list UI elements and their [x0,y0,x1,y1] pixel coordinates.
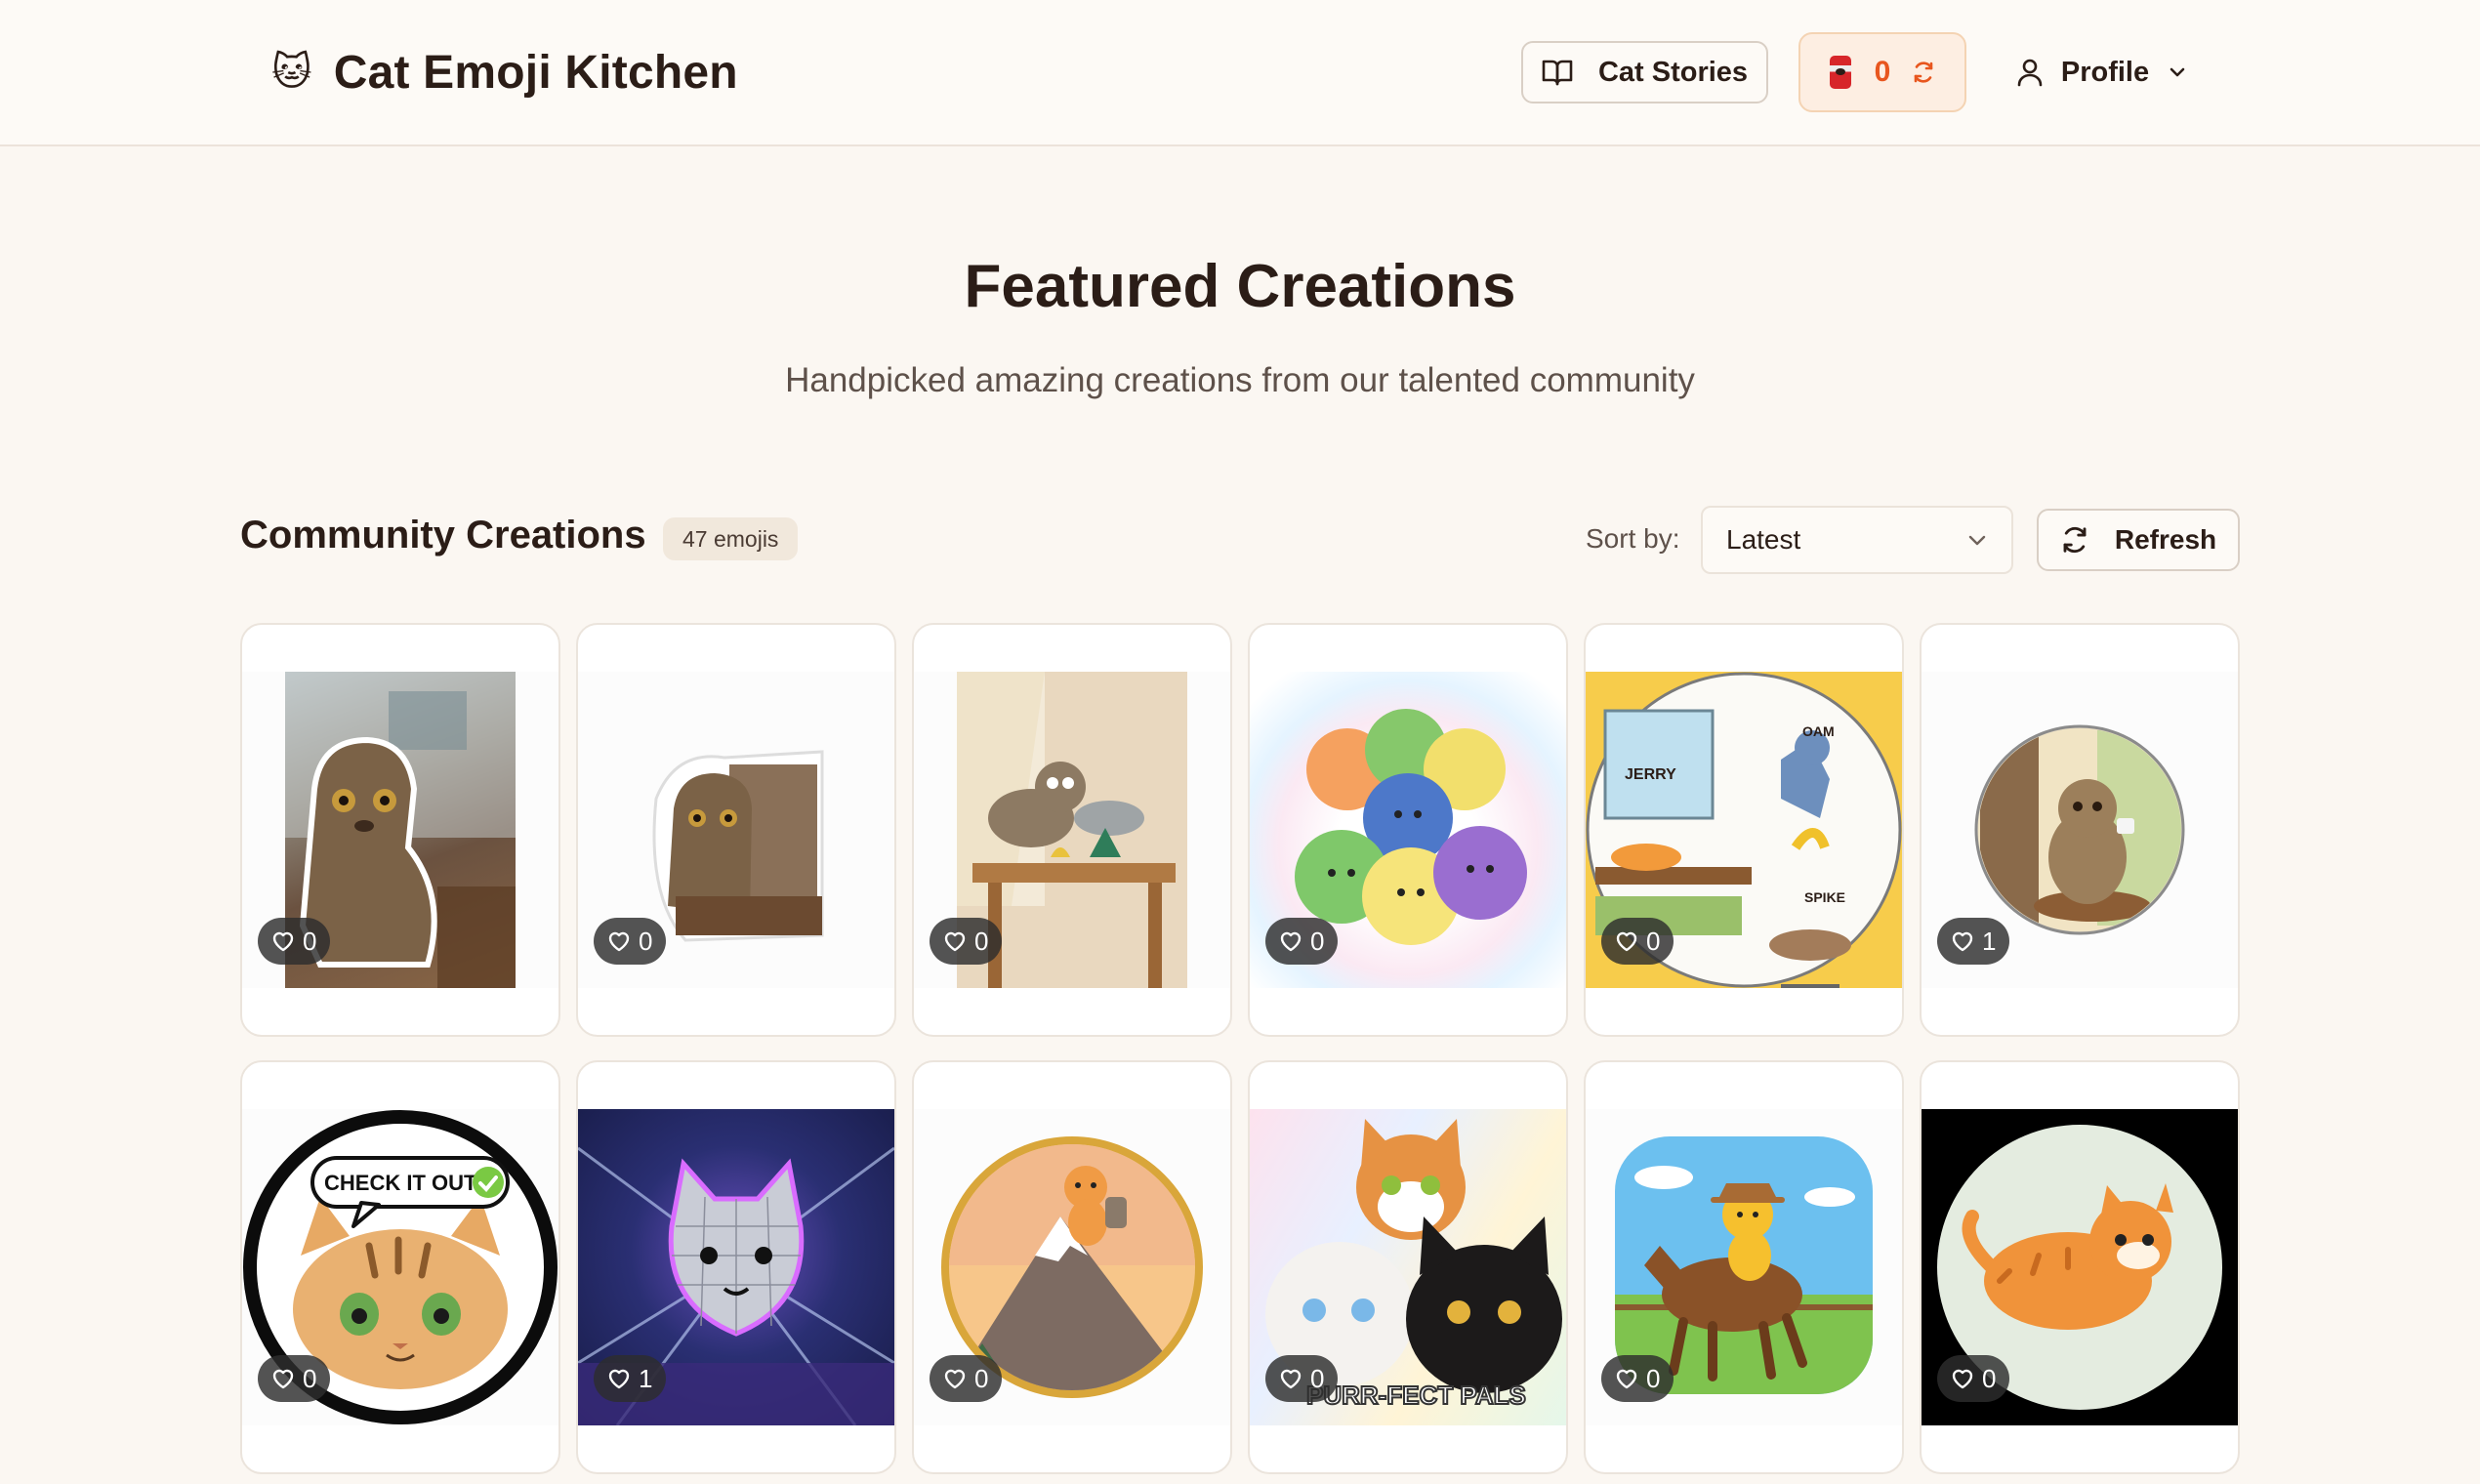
user-icon [2017,59,2043,87]
creation-card[interactable]: 0 [912,1060,1232,1474]
heart-icon [1616,1369,1637,1389]
refresh-icon [1915,62,1933,83]
brand-title: Cat Emoji Kitchen [333,46,738,99]
sort-label: Sort by: [1586,523,1680,554]
like-count: 0 [1982,1363,1997,1393]
chevron-down-icon [2170,67,2185,77]
like-count-badge[interactable]: 0 [930,1355,1003,1402]
like-count: 0 [303,1363,317,1393]
refresh-icon [2063,526,2087,554]
top-header: 🐱 Cat Emoji Kitchen Cat Stories 0 Profil… [0,0,2480,146]
creation-card[interactable]: 1 [576,1060,896,1474]
creation-card[interactable]: JERRY SPIKE OAM 0 [1584,623,1904,1037]
like-count: 0 [303,926,317,956]
creation-card[interactable]: 0 [1920,1060,2240,1474]
creation-card[interactable]: CHECK IT OUT 0 [240,1060,560,1474]
heart-icon [1280,931,1302,952]
like-count-badge[interactable]: 0 [594,918,667,965]
like-count-badge[interactable]: 0 [1601,918,1674,965]
like-count-badge[interactable]: 0 [1265,1355,1339,1402]
heart-icon [944,1369,966,1389]
art-caption: JERRY [1625,766,1676,783]
tin-can-icon [1829,56,1851,89]
page-title: Featured Creations [964,253,1516,320]
like-count: 0 [639,926,653,956]
profile-label: Profile [2060,56,2150,88]
like-count: 0 [974,926,989,956]
art-caption: PURR-FECT PALS [1306,1381,1526,1410]
cat-face-icon: 🐱 [271,51,312,94]
like-count-badge[interactable]: 1 [594,1355,667,1402]
like-count-badge[interactable]: 0 [1601,1355,1674,1402]
heart-icon [1952,1369,1973,1389]
like-count: 0 [974,1363,989,1393]
creation-card[interactable]: 0 [576,623,896,1037]
heart-icon [944,931,966,952]
heart-icon [1616,931,1637,952]
like-count: 0 [1310,926,1325,956]
emoji-count-badge: 47 emojis [663,517,799,560]
sort-selected-value: Latest [1726,524,1801,555]
cans-count: 0 [1874,56,1891,88]
refresh-button[interactable]: Refresh [2037,509,2240,571]
chevron-down-icon [1968,535,1986,546]
creation-card[interactable]: 0 [1584,1060,1904,1474]
like-count: 0 [1646,1363,1661,1393]
like-count-badge[interactable]: 1 [1937,918,2010,965]
sort-select[interactable]: Latest [1701,506,2013,574]
art-caption: OAM [1802,723,1835,739]
like-count: 0 [1646,926,1661,956]
book-icon [1542,60,1573,86]
cat-stories-label: Cat Stories [1597,56,1749,88]
heart-icon [1280,1369,1302,1389]
heart-icon [272,1369,294,1389]
like-count-badge[interactable]: 0 [258,1355,331,1402]
like-count-badge[interactable]: 0 [258,918,331,965]
cat-stories-button[interactable]: Cat Stories [1521,41,1768,103]
art-caption: CHECK IT OUT [324,1171,477,1195]
creation-card[interactable]: 0 [1248,623,1568,1037]
like-count-badge[interactable]: 0 [930,918,1003,965]
section-title: Community Creations [240,514,646,556]
like-count: 0 [1310,1363,1325,1393]
refresh-label: Refresh [2114,524,2217,555]
like-count: 1 [639,1363,653,1393]
cans-balance-button[interactable]: 0 [1798,32,1966,112]
heart-icon [1952,931,1973,952]
heart-icon [608,1369,630,1389]
creation-card[interactable]: 0 [912,623,1232,1037]
creation-card[interactable]: PURR-FECT PALS 0 [1248,1060,1568,1474]
heart-icon [272,931,294,952]
like-count-badge[interactable]: 0 [1265,918,1339,965]
like-count: 1 [1982,926,1997,956]
like-count-badge[interactable]: 0 [1937,1355,2010,1402]
creation-card[interactable]: 1 [1920,623,2240,1037]
brand[interactable]: 🐱 Cat Emoji Kitchen [271,41,738,103]
profile-menu-button[interactable]: Profile [2004,41,2199,103]
page-subtitle: Handpicked amazing creations from our ta… [785,361,1695,399]
creation-card[interactable]: 0 [240,623,560,1037]
art-caption: SPIKE [1804,889,1845,905]
heart-icon [608,931,630,952]
